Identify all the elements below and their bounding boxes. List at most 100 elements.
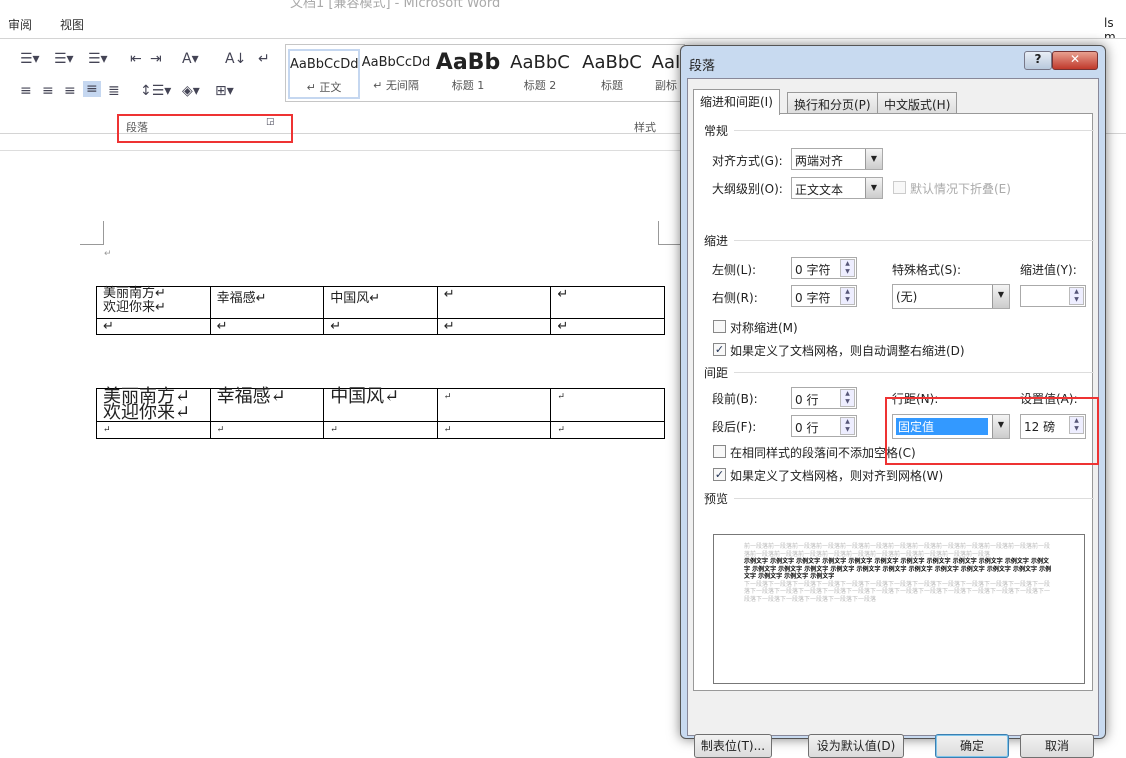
space-after-spinner[interactable]: 0 行 ▲ ▼ — [791, 415, 857, 437]
snap-to-grid-checkbox[interactable]: ✓ — [713, 468, 726, 481]
special-format-select[interactable]: (无) ▼ — [892, 284, 1010, 309]
section-heading: 缩进 — [704, 234, 729, 248]
margin-corner — [80, 221, 104, 245]
table-cell[interactable]: ↵ — [96, 318, 211, 335]
dialog-title: 段落 — [689, 59, 716, 74]
styles-gallery: AaBbCcDd ↵ 正文 AaBbCcDd ↵ 无间隔 AaBb 标题 1 AaBb… — [285, 44, 685, 102]
general-section: 常规 — [704, 122, 1094, 139]
table-cell[interactable]: ↵ — [436, 421, 552, 439]
snap-to-grid-label: 如果定义了文档网格，则对齐到网格(W) — [730, 469, 944, 483]
paragraph-mark: ↵ — [104, 249, 112, 259]
table-cell[interactable]: 中国风↵ — [323, 286, 438, 319]
tabs-button[interactable]: 制表位(T)... — [694, 734, 772, 758]
help-button[interactable]: ? — [1024, 51, 1052, 70]
table-1[interactable]: 美丽南方↵ 欢迎你来↵ 幸福感↵ 中国风↵ ↵ ↵ ↵ ↵ ↵ ↵ ↵ — [96, 286, 665, 335]
multilevel-list-icon[interactable]: ☰▾ — [88, 51, 108, 67]
style-normal[interactable]: AaBbCcDd ↵ 正文 — [288, 49, 360, 99]
indent-by-label: 缩进值(Y): — [1020, 263, 1077, 277]
table-cell[interactable]: ↵ — [550, 318, 665, 335]
tab-line-page-breaks[interactable]: 换行和分页(P) — [787, 92, 878, 114]
table-cell[interactable]: 美丽南方↵ 欢迎你来↵ — [96, 286, 211, 319]
after-label: 段后(F): — [712, 420, 757, 434]
chevron-down-icon: ▼ — [865, 178, 882, 198]
before-label: 段前(B): — [712, 392, 758, 406]
window-title: 文档1 [兼容模式] - Microsoft Word — [290, 0, 501, 11]
alignment-select[interactable]: 两端对齐 ▼ — [791, 148, 883, 170]
highlight-box — [117, 114, 293, 143]
styles-group-label: 样式 — [634, 121, 656, 134]
table-cell[interactable]: ↵ — [550, 388, 665, 422]
table-cell[interactable]: ↵ — [436, 318, 552, 335]
table-cell[interactable]: ↵ — [323, 318, 438, 335]
distributed-icon[interactable]: ≣ — [108, 83, 120, 99]
tab-asian-typography[interactable]: 中文版式(H) — [877, 92, 958, 114]
table-2[interactable]: 美丽南方↵ 欢迎你来↵ 幸福感↵ 中国风↵ ↵ ↵ ↵ ↵ ↵ ↵ ↵ — [96, 388, 665, 439]
cancel-button[interactable]: 取消 — [1020, 734, 1094, 758]
table-cell[interactable]: 幸福感↵ — [209, 286, 325, 319]
set-default-button[interactable]: 设为默认值(D) — [808, 734, 904, 758]
table-cell[interactable]: ↵ — [550, 286, 665, 319]
line-spacing-icon[interactable]: ↕☰▾ — [140, 83, 171, 99]
indent-by-spinner[interactable]: ▲ ▼ — [1020, 285, 1086, 307]
bullets-icon[interactable]: ☰▾ — [20, 51, 40, 67]
table-cell[interactable]: 美丽南方↵ 欢迎你来↵ — [96, 388, 211, 422]
highlight-box — [885, 397, 1099, 465]
align-center-icon[interactable]: ≡ — [42, 83, 54, 99]
chevron-down-icon: ▼ — [992, 285, 1009, 308]
close-button[interactable]: ✕ — [1052, 51, 1098, 70]
increase-indent-icon[interactable]: ⇥ — [150, 51, 162, 67]
align-right-icon[interactable]: ≡ — [64, 83, 76, 99]
table-cell[interactable]: 幸福感↵ — [209, 388, 325, 422]
section-heading: 间距 — [704, 366, 729, 380]
table-cell[interactable]: 中国风↵ — [323, 388, 438, 422]
decrease-indent-icon[interactable]: ⇤ — [130, 51, 142, 67]
preview-section: 预览 — [704, 490, 1094, 507]
table-cell[interactable]: ↵ — [436, 388, 552, 422]
dialog-body: 缩进和间距(I) 换行和分页(P) 中文版式(H) 常规 对齐方式(G): 两端… — [687, 78, 1099, 758]
numbering-icon[interactable]: ☰▾ — [54, 51, 74, 67]
auto-right-indent-label: 如果定义了文档网格，则自动调整右缩进(D) — [730, 344, 965, 358]
style-heading-1[interactable]: AaBb 标题 1 — [432, 49, 504, 99]
show-marks-icon[interactable]: ↵ — [258, 51, 270, 67]
style-no-spacing[interactable]: AaBbCcDd ↵ 无间隔 — [360, 49, 432, 99]
special-format-label: 特殊格式(S): — [892, 263, 962, 277]
align-left-icon[interactable]: ≡ — [20, 83, 32, 99]
mirror-indent-checkbox[interactable] — [713, 320, 726, 333]
outline-level-select[interactable]: 正文文本 ▼ — [791, 177, 883, 199]
ok-button[interactable]: 确定 — [935, 734, 1009, 758]
table-cell[interactable]: ↵ — [209, 318, 325, 335]
table-cell[interactable]: ↵ — [96, 421, 211, 439]
tab-indents-spacing[interactable]: 缩进和间距(I) — [693, 89, 780, 115]
shading-icon[interactable]: ◈▾ — [182, 83, 200, 99]
table-cell[interactable]: ↵ — [209, 421, 325, 439]
section-heading: 预览 — [704, 492, 729, 506]
indent-section: 缩进 — [704, 232, 1094, 249]
section-heading: 常规 — [704, 124, 729, 138]
chevron-down-icon: ▼ — [865, 149, 882, 169]
table-cell[interactable]: ↵ — [550, 421, 665, 439]
auto-right-indent-checkbox[interactable]: ✓ — [713, 343, 726, 356]
table-cell[interactable]: ↵ — [436, 286, 552, 319]
style-heading-2[interactable]: AaBbC 标题 2 — [504, 49, 576, 99]
justify-icon[interactable]: ≡ — [83, 81, 101, 97]
chinese-layout-icon[interactable]: A▾ — [182, 51, 199, 67]
left-indent-spinner[interactable]: 0 字符 ▲ ▼ — [791, 257, 857, 279]
collapse-checkbox[interactable] — [893, 181, 906, 194]
borders-icon[interactable]: ⊞▾ — [215, 83, 234, 99]
sort-icon[interactable]: A↓ — [225, 51, 246, 67]
paragraph-dialog: 段落 ? ✕ 缩进和间距(I) 换行和分页(P) 中文版式(H) 常规 对齐方式… — [680, 45, 1106, 758]
left-indent-label: 左侧(L): — [712, 263, 757, 277]
alignment-label: 对齐方式(G): — [712, 154, 783, 168]
space-before-spinner[interactable]: 0 行 ▲ ▼ — [791, 387, 857, 409]
menu-view[interactable]: 视图 — [60, 16, 84, 33]
style-title[interactable]: AaBbC 标题 — [576, 49, 648, 99]
style-subtitle[interactable]: AaI 副标 — [648, 49, 684, 99]
no-space-checkbox[interactable] — [713, 445, 726, 458]
preview-sample-text: 示例文字 示例文字 示例文字 示例文字 示例文字 示例文字 示例文字 示例文字 … — [744, 558, 1052, 580]
menu-review[interactable]: 审阅 — [8, 16, 32, 33]
right-indent-spinner[interactable]: 0 字符 ▲ ▼ — [791, 285, 857, 307]
document-page[interactable]: ↵ 美丽南方↵ 欢迎你来↵ 幸福感↵ 中国风↵ ↵ ↵ ↵ ↵ ↵ ↵ ↵ 美丽南方↵ 欢迎你来… — [0, 150, 682, 740]
table-cell[interactable]: ↵ — [323, 421, 438, 439]
preview-box: 前一段落前一段落前一段落前一段落前一段落前一段落前一段落前一段落前一段落前一段落… — [713, 534, 1085, 684]
spacing-section: 间距 — [704, 364, 1094, 381]
